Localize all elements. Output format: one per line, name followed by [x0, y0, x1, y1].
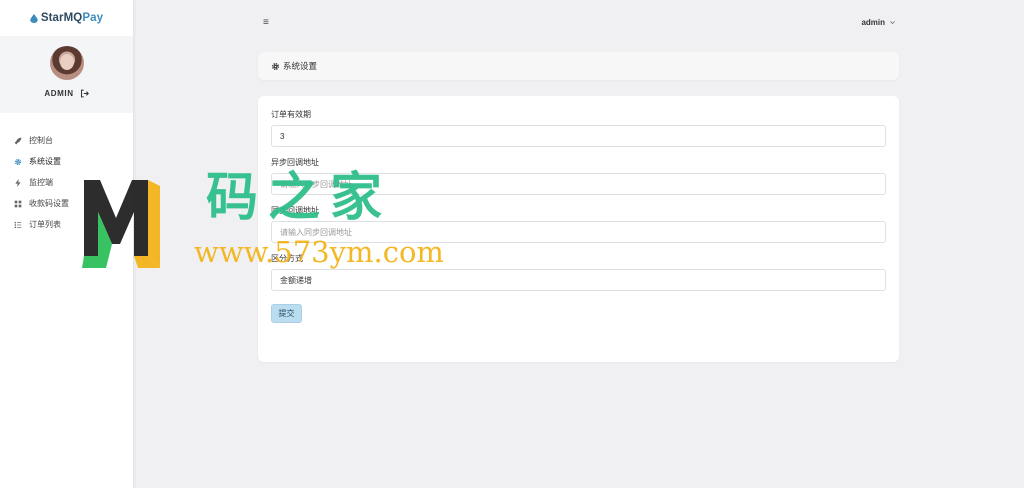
sidebar-item-orders[interactable]: 订单列表: [0, 214, 133, 235]
rocket-icon: [14, 137, 22, 144]
sidebar-item-label: 系统设置: [29, 157, 61, 166]
order-expiry-field: 订单有效期: [271, 110, 886, 147]
distinguish-mode-field: 区分方式: [271, 254, 886, 291]
async-callback-field: 异步回调地址: [271, 158, 886, 195]
sidebar-nav: 控制台 系统设置 监控端 收款码设置 订单列表: [0, 113, 133, 235]
page-title: 系统设置: [283, 61, 318, 71]
profile-panel: ADMIN: [0, 36, 133, 113]
field-label: 区分方式: [271, 254, 303, 263]
gear-icon: [14, 158, 22, 165]
submit-button[interactable]: 提交: [271, 304, 302, 323]
sidebar-item-label: 收款码设置: [29, 199, 69, 208]
distinguish-mode-input[interactable]: [271, 269, 886, 291]
order-expiry-input[interactable]: [271, 125, 886, 147]
brand-name: StarMQPay: [40, 12, 104, 24]
settings-form: 订单有效期 异步回调地址 同步回调地址 区分方式 提交: [258, 96, 899, 362]
sync-callback-input[interactable]: [271, 221, 886, 243]
user-name: admin: [861, 18, 885, 27]
sidebar-item-monitor[interactable]: 监控端: [0, 172, 133, 193]
avatar[interactable]: [49, 46, 84, 80]
gear-icon: [271, 62, 280, 70]
grid-icon: [14, 200, 22, 207]
logout-icon[interactable]: [80, 89, 89, 98]
list-icon: [14, 221, 22, 228]
sync-callback-field: 同步回调地址: [271, 206, 886, 243]
page-header: 系统设置: [258, 52, 899, 80]
profile-name: ADMIN: [44, 89, 89, 98]
brand-logo[interactable]: StarMQPay: [0, 0, 133, 36]
sidebar-item-dashboard[interactable]: 控制台: [0, 130, 133, 151]
sidebar-item-label: 监控端: [29, 178, 53, 187]
user-menu[interactable]: admin: [861, 18, 896, 27]
field-label: 同步回调地址: [271, 206, 319, 215]
profile-name-label: ADMIN: [44, 89, 74, 98]
field-label: 订单有效期: [271, 110, 311, 119]
sidebar-item-qrcode[interactable]: 收款码设置: [0, 193, 133, 214]
topbar: ≡ admin: [133, 0, 1024, 44]
bolt-icon: [15, 178, 21, 187]
async-callback-input[interactable]: [271, 173, 886, 195]
sidebar: StarMQPay ADMIN 控制台 系统设置 监控端 收款码设置 订单列表: [0, 0, 133, 488]
sidebar-item-label: 控制台: [29, 136, 53, 145]
sidebar-item-label: 订单列表: [29, 220, 61, 229]
menu-toggle-icon[interactable]: ≡: [263, 17, 269, 28]
sidebar-item-settings[interactable]: 系统设置: [0, 151, 133, 172]
drop-icon: [30, 13, 38, 23]
field-label: 异步回调地址: [271, 158, 319, 167]
chevron-down-icon: [890, 21, 895, 25]
